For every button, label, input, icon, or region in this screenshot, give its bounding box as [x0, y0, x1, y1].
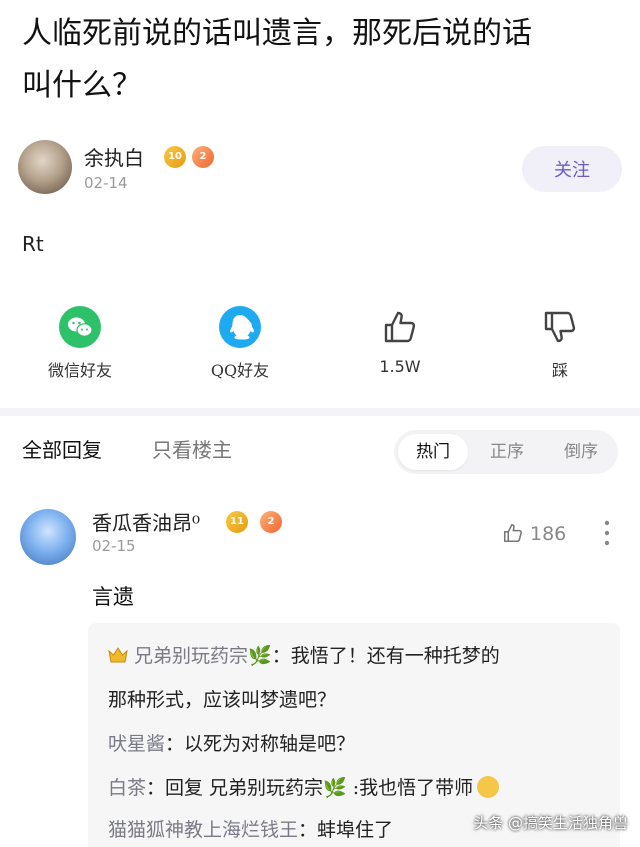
thumbs-up-icon [503, 523, 522, 543]
commenter-name[interactable]: 香瓜香油昂⁰ [92, 507, 200, 536]
thumbs-up-icon [384, 311, 416, 343]
post-title: 人临死前说的话叫遗言，那死后说的话 叫什么？ [22, 8, 612, 112]
share-wechat-button[interactable]: 微信好友 [20, 305, 140, 381]
subreply-text: ：蚌埠住了 [298, 819, 394, 841]
author-date: 02-14 [84, 174, 128, 192]
dislike-label: 踩 [551, 361, 568, 380]
sort-toggle: 热门 正序 倒序 [394, 430, 618, 474]
share-row: 微信好友 QQ好友 1.5W 踩 [0, 305, 640, 385]
sort-descending[interactable]: 倒序 [546, 430, 616, 474]
wechat-icon [59, 306, 101, 348]
subreply-text: ：回复 兄弟别玩药宗🌿 :我也悟了带师 [146, 777, 474, 799]
share-wechat-label: 微信好友 [47, 361, 112, 380]
comment-like-button[interactable]: 186 [500, 519, 580, 549]
share-qq-button[interactable]: QQ好友 [180, 305, 300, 381]
author-row: 余执白 10 2 02-14 关注 [18, 140, 622, 200]
subreply-4: 猫猫狐神教上海烂钱王：蚌埠住了 [108, 815, 393, 842]
qq-icon [219, 306, 261, 348]
comment-text: 言遗 [92, 585, 134, 609]
subreply-user[interactable]: 猫猫狐神教上海烂钱王 [108, 819, 298, 841]
subreply-text: ：我悟了！还有一种托梦的 [271, 645, 500, 667]
subreply-user[interactable]: 吠星酱 [108, 733, 165, 755]
comment-like-count: 186 [530, 523, 567, 545]
subreply-user[interactable]: 白茶 [108, 777, 146, 799]
more-options-icon[interactable] [604, 519, 610, 547]
sort-hot[interactable]: 热门 [398, 434, 468, 470]
reply-tabs: 全部回复 只看楼主 热门 正序 倒序 [22, 430, 622, 480]
sort-ascending[interactable]: 正序 [472, 430, 542, 474]
fire-badge-icon: 2 [192, 146, 214, 168]
watermark: 头条 @搞笑生活独角兽 [473, 814, 628, 832]
leaf-icon: 🌿 [248, 645, 272, 667]
subreply-1: 兄弟别玩药宗🌿：我悟了！还有一种托梦的 [108, 641, 500, 668]
post-title-line-1: 人临死前说的话叫遗言，那死后说的话 [22, 16, 532, 51]
subreply-text: 那种形式，应该叫梦遗吧？ [108, 689, 337, 711]
post-body: Rt [22, 232, 44, 256]
share-qq-label: QQ好友 [210, 361, 270, 380]
section-divider [0, 408, 640, 416]
like-count: 1.5W [379, 357, 421, 376]
tab-owner-only[interactable]: 只看楼主 [152, 434, 232, 463]
tab-all-replies[interactable]: 全部回复 [22, 434, 102, 463]
author-name[interactable]: 余执白 [84, 142, 144, 171]
commenter-avatar[interactable] [20, 509, 76, 565]
subreply-2: 吠星酱：以死为对称轴是吧？ [108, 729, 355, 756]
level-badge-icon: 10 [164, 146, 186, 168]
post-title-line-2: 叫什么？ [22, 68, 142, 103]
author-avatar[interactable] [18, 140, 72, 194]
subreply-text: ：以死为对称轴是吧？ [165, 733, 356, 755]
comment-item: 香瓜香油昂⁰ 11 2 02-15 186 言遗 兄弟别玩药宗🌿：我悟了！还有一… [20, 505, 620, 847]
thumbs-down-icon [544, 311, 576, 343]
level-badge-icon: 11 [226, 511, 248, 533]
comment-date: 02-15 [92, 537, 136, 555]
like-button[interactable]: 1.5W [340, 305, 460, 376]
crown-icon [108, 646, 128, 664]
subreply-user[interactable]: 兄弟别玩药宗 [134, 645, 248, 667]
fire-badge-icon: 2 [260, 511, 282, 533]
follow-button[interactable]: 关注 [522, 146, 622, 192]
pleading-face-icon [477, 776, 500, 798]
subreply-3: 白茶：回复 兄弟别玩药宗🌿 :我也悟了带师 [108, 773, 500, 800]
dislike-button[interactable]: 踩 [500, 305, 620, 381]
subreply-1-cont: 那种形式，应该叫梦遗吧？ [108, 685, 336, 712]
